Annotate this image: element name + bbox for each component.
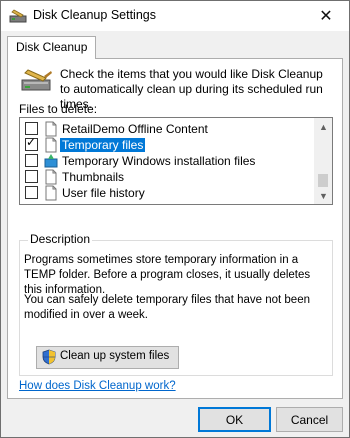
list-item-label: Temporary Windows installation files [62,154,256,168]
disk-cleanup-settings-window: Disk Cleanup Settings ✕ Disk Cleanup Che… [0,0,350,438]
files-listbox[interactable]: RetailDemo Offline Content ✓ Temporary f… [19,117,333,205]
tab-panel: Check the items that you would like Disk… [7,58,343,399]
windows-setup-icon [44,154,58,168]
disk-cleanup-icon [21,69,52,91]
description-text: Programs sometimes store temporary infor… [24,254,311,296]
file-icon [45,137,57,153]
help-link[interactable]: How does Disk Cleanup work? [19,380,176,392]
scroll-thumb[interactable] [318,174,328,187]
disk-cleanup-icon [9,9,27,23]
tab-disk-cleanup[interactable]: Disk Cleanup [7,36,97,59]
scroll-up-button[interactable]: ▲ [315,118,332,135]
list-item[interactable]: User file history [20,185,314,201]
scroll-down-button[interactable]: ▼ [315,187,332,204]
list-item-label: Thumbnails [62,170,125,184]
list-item[interactable]: Temporary Windows installation files [20,153,314,169]
clean-up-system-files-button[interactable]: Clean up system files [36,346,179,369]
cancel-button[interactable]: Cancel [276,407,343,432]
checkbox-checked[interactable]: ✓ [25,135,38,151]
close-icon: ✕ [319,8,333,25]
checkbox[interactable] [25,186,38,199]
intro-text: Check the items that you would like Disk… [60,67,323,111]
button-label: Clean up system files [60,350,170,362]
checkbox[interactable] [25,154,38,167]
list-item-label: Temporary files [60,138,146,152]
list-item-selected[interactable]: ✓ Temporary files [20,135,314,153]
checkbox[interactable] [25,122,38,135]
vertical-scrollbar[interactable]: ▲ ▼ [314,118,332,204]
file-icon [45,121,57,137]
title-bar[interactable]: Disk Cleanup Settings ✕ [1,1,349,31]
check-icon: ✓ [26,135,37,149]
window-title: Disk Cleanup Settings [33,8,156,22]
description-title: Description [28,232,93,246]
uac-shield-icon [42,349,56,365]
chevron-up-icon: ▲ [319,121,328,132]
list-item-label: User file history [62,186,145,200]
chevron-down-icon: ▼ [319,190,328,201]
description-group: Description Programs sometimes store tem… [19,232,333,376]
files-to-delete-label: Files to delete: [19,102,98,116]
file-icon [45,185,57,201]
ok-button[interactable]: OK [198,407,271,432]
files-list: RetailDemo Offline Content ✓ Temporary f… [20,118,314,204]
list-item-label: RetailDemo Offline Content [62,122,208,136]
close-button[interactable]: ✕ [303,1,349,31]
file-icon [45,169,57,185]
description-text: You can safely delete temporary files th… [24,294,310,321]
list-item[interactable]: Thumbnails [20,169,314,185]
checkbox[interactable] [25,170,38,183]
list-item[interactable]: RetailDemo Offline Content [20,121,314,137]
